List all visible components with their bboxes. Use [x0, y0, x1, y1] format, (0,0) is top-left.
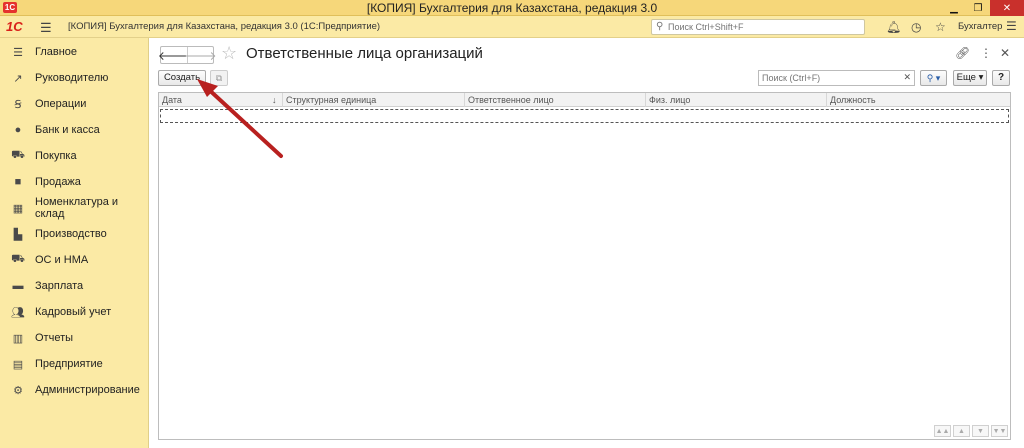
grid-icon: ▦: [12, 202, 24, 215]
sidebar-item-label: Продажа: [35, 176, 81, 188]
app-subtitle: [КОПИЯ] Бухгалтерия для Казахстана, реда…: [68, 21, 381, 32]
copy-icon[interactable]: ⧉: [210, 70, 228, 86]
global-search-input[interactable]: [668, 21, 858, 33]
close-icon[interactable]: ✕: [1000, 46, 1010, 60]
window-titlebar: 1С [КОПИЯ] Бухгалтерия для Казахстана, р…: [0, 0, 1024, 16]
global-search[interactable]: ⚲: [651, 19, 865, 35]
sidebar-item-label: Банк и касса: [35, 124, 100, 136]
more-label: Еще: [956, 72, 976, 83]
sidebar-item-label: Предприятие: [35, 358, 103, 370]
sidebar-item-manager[interactable]: ↗ Руководителю: [0, 65, 149, 91]
sidebar-item-purchase[interactable]: ⛟ Покупка: [0, 143, 149, 169]
sidebar-item-nomenclature[interactable]: ▦ Номенклатура и склад: [0, 195, 149, 221]
sidebar-item-label: Номенклатура и склад: [35, 196, 119, 220]
sidebar-item-label: Покупка: [35, 150, 77, 162]
list-icon: ☰: [13, 46, 23, 59]
user-name[interactable]: Бухгалтер: [958, 21, 1002, 32]
scroll-bottom-icon[interactable]: ▼▼: [991, 425, 1008, 437]
search-icon: ⚲ ▾: [926, 73, 941, 83]
history-icon[interactable]: ◷: [911, 20, 921, 34]
column-header-person[interactable]: Физ. лицо: [646, 93, 827, 107]
settings-menu-icon[interactable]: ☰: [1006, 19, 1017, 33]
history-nav: 🡐 🡒: [158, 46, 217, 64]
sidebar: ☰ Главное ↗ Руководителю Ꞩ Операции ● Ба…: [0, 38, 149, 448]
window-controls: ▁ ❐ ✕: [942, 0, 1024, 16]
back-arrow-icon[interactable]: 🡐: [158, 47, 190, 63]
help-button[interactable]: ?: [992, 70, 1010, 86]
favorites-icon[interactable]: ☆: [935, 20, 946, 34]
clear-icon[interactable]: ✕: [903, 72, 911, 83]
scroll-top-icon[interactable]: ▲▲: [934, 425, 951, 437]
sidebar-item-reports[interactable]: ▥ Отчеты: [0, 325, 149, 351]
column-header-responsible[interactable]: Ответственное лицо: [465, 93, 646, 107]
forward-arrow-icon[interactable]: 🡒: [184, 47, 217, 63]
sidebar-item-hr[interactable]: 👥︎ Кадровый учет: [0, 299, 149, 325]
sidebar-item-main[interactable]: ☰ Главное: [0, 39, 149, 65]
main-panel: 🡐 🡒 ☆ Ответственные лица организаций 🔗︎ …: [150, 38, 1024, 448]
column-header-position[interactable]: Должность: [827, 93, 1010, 107]
people-icon: 👥︎: [11, 306, 25, 319]
sidebar-item-label: Руководителю: [35, 72, 109, 84]
sidebar-item-enterprise[interactable]: ▤ Предприятие: [0, 351, 149, 377]
building-icon: ▤: [12, 358, 24, 371]
sidebar-item-operations[interactable]: Ꞩ Операции: [0, 91, 149, 117]
trend-icon: ↗: [13, 72, 23, 85]
more-vertical-icon[interactable]: ⋮: [980, 46, 992, 60]
table-header: Дата ↓ Структурная единица Ответственное…: [159, 93, 1010, 107]
chevron-down-icon: ▾: [975, 72, 984, 83]
main-menu-icon[interactable]: ☰: [40, 20, 52, 36]
sidebar-item-label: Главное: [35, 46, 78, 58]
factory-icon: ▙: [13, 228, 23, 241]
table-row[interactable]: [160, 109, 1009, 123]
sidebar-item-label: ОС и НМА: [35, 254, 89, 266]
favorite-star-icon[interactable]: ☆: [221, 43, 237, 64]
1c-logo: 1С: [6, 19, 23, 34]
sidebar-item-label: Производство: [35, 228, 107, 240]
minimize-button[interactable]: ▁: [942, 0, 966, 16]
bag-icon: ■: [14, 176, 22, 188]
search-icon: ⚲: [656, 21, 664, 32]
restore-button[interactable]: ❐: [966, 0, 990, 16]
window-title: [КОПИЯ] Бухгалтерия для Казахстана, реда…: [366, 1, 658, 15]
sidebar-item-admin[interactable]: ⚙ Администрирование: [0, 377, 149, 403]
sidebar-item-label: Операции: [35, 98, 87, 110]
scroll-down-icon[interactable]: ▼: [972, 425, 989, 437]
cart-icon: ⛟: [11, 149, 25, 161]
sidebar-item-label: Кадровый учет: [35, 306, 112, 318]
operations-icon: Ꞩ: [14, 98, 22, 111]
sidebar-item-label: Отчеты: [35, 332, 74, 344]
list-table[interactable]: Дата ↓ Структурная единица Ответственное…: [158, 92, 1011, 440]
list-search-input[interactable]: [762, 72, 900, 84]
sidebar-item-sales[interactable]: ■ Продажа: [0, 169, 149, 195]
find-button[interactable]: ⚲ ▾: [920, 70, 947, 86]
sidebar-item-label: Зарплата: [35, 280, 84, 292]
scroll-up-icon[interactable]: ▲: [953, 425, 970, 437]
sidebar-item-bank[interactable]: ● Банк и касса: [0, 117, 149, 143]
truck-icon: ⛟: [11, 253, 25, 265]
close-window-button[interactable]: ✕: [990, 0, 1024, 16]
sidebar-item-label: Администрирование: [35, 384, 140, 396]
sidebar-item-salary[interactable]: ▬ Зарплата: [0, 273, 149, 299]
chart-icon: ▥: [12, 332, 24, 345]
sidebar-item-production[interactable]: ▙ Производство: [0, 221, 149, 247]
list-search[interactable]: ✕: [758, 70, 915, 86]
more-button[interactable]: Еще ▾: [953, 70, 987, 86]
app-toolbar: 1С ☰ [КОПИЯ] Бухгалтерия для Казахстана,…: [0, 16, 1024, 38]
wallet-icon: ▬: [12, 280, 24, 292]
create-button[interactable]: Создать: [158, 70, 206, 86]
gear-icon: ⚙: [13, 384, 23, 397]
money-icon: ●: [14, 124, 22, 136]
link-icon[interactable]: 🔗︎: [955, 46, 970, 60]
column-header-date[interactable]: Дата: [159, 93, 283, 107]
page-title: Ответственные лица организаций: [246, 45, 483, 62]
sidebar-item-assets[interactable]: ⛟ ОС и НМА: [0, 247, 149, 273]
sort-down-icon: ↓: [272, 95, 277, 105]
table-scroll-controls: ▲▲ ▲ ▼ ▼▼: [934, 425, 1008, 437]
bell-icon[interactable]: 🔔︎: [886, 20, 901, 34]
column-header-unit[interactable]: Структурная единица: [283, 93, 465, 107]
